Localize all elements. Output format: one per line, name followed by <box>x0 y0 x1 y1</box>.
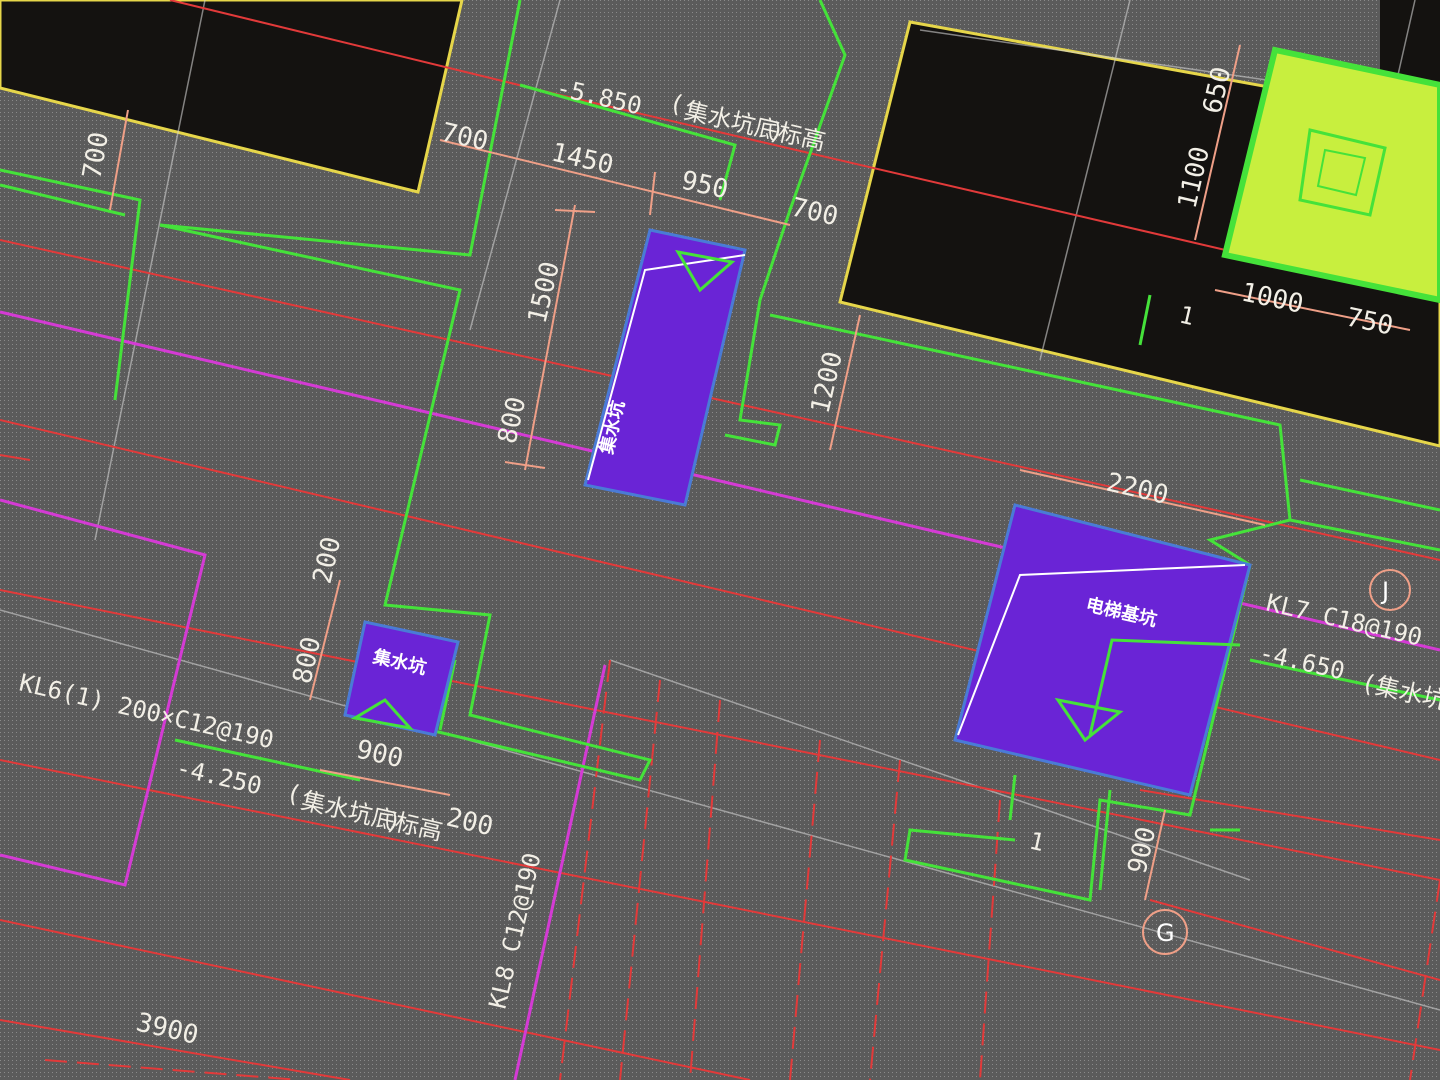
drawing-canvas[interactable]: 700 700 1450 950 700 1500 800 1200 650 1… <box>0 0 1440 1080</box>
axis-label-g: G <box>1156 919 1175 947</box>
axis-label-j: J <box>1380 577 1389 605</box>
cad-viewport[interactable]: 700 700 1450 950 700 1500 800 1200 650 1… <box>0 0 1440 1080</box>
